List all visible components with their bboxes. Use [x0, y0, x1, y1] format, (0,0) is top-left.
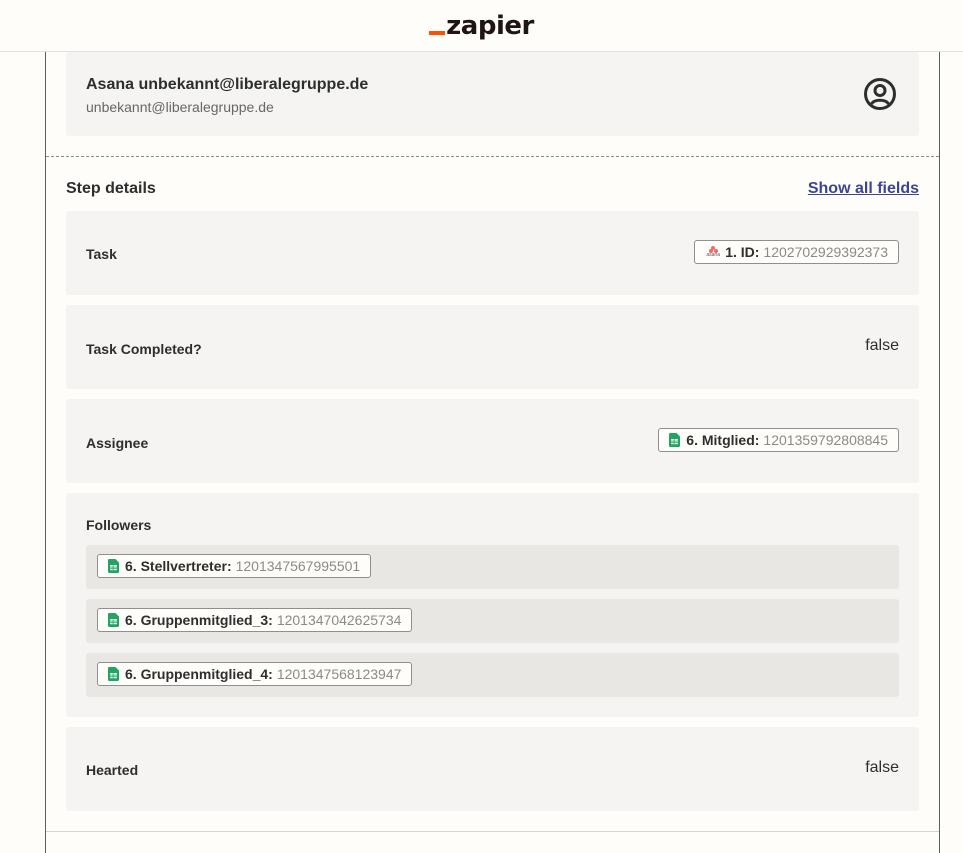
field-label-hearted: Hearted	[86, 762, 139, 778]
asana-icon-text: asana	[706, 252, 720, 258]
pill-value: 1201347567995501	[235, 558, 361, 574]
pill-value: 1202702929392373	[763, 244, 888, 260]
asana-icon: asana	[705, 244, 721, 260]
step-details-title: Step details	[66, 180, 156, 197]
field-hearted: Hearted false	[66, 727, 919, 811]
show-all-fields-link[interactable]: Show all fields	[808, 180, 919, 198]
pill-key: 6. Gruppenmitglied_4:	[125, 666, 273, 682]
task-id-pill[interactable]: asana 1. ID: 1202702929392373	[694, 240, 899, 264]
pill-value: 1201347568123947	[276, 666, 402, 682]
section-divider	[46, 156, 939, 157]
google-sheets-icon	[108, 559, 119, 573]
field-value-hearted: false	[865, 759, 899, 776]
pill-value: 1201359792808845	[763, 432, 888, 448]
follower-item: 6. Gruppenmitglied_4: 1201347568123947	[86, 653, 899, 697]
follower-pill[interactable]: 6. Stellvertreter: 1201347567995501	[97, 554, 372, 578]
pill-key: 6. Gruppenmitglied_3:	[125, 612, 273, 628]
assignee-pill[interactable]: 6. Mitglied: 1201359792808845	[658, 428, 899, 452]
account-name: Asana unbekannt@liberalegruppe.de	[86, 76, 369, 93]
field-label-task-completed: Task Completed?	[86, 341, 202, 357]
field-task: Task asana 1. ID: 1202702929392373	[66, 211, 919, 295]
user-avatar-icon	[864, 78, 896, 110]
pill-value: 1201347042625734	[276, 612, 402, 628]
google-sheets-icon	[108, 667, 119, 681]
pill-key: 1. ID:	[725, 244, 760, 260]
logo-text: zapier	[446, 10, 534, 41]
follower-item: 6. Stellvertreter: 1201347567995501	[86, 545, 899, 589]
pill-key: 6. Stellvertreter:	[125, 558, 232, 574]
bottom-divider	[46, 831, 939, 832]
google-sheets-icon	[669, 433, 681, 447]
field-label-assignee: Assignee	[86, 435, 149, 451]
top-bar: zapier	[0, 0, 963, 52]
field-task-completed: Task Completed? false	[66, 305, 919, 389]
field-assignee: Assignee 6. Mitglied: 1201359792808845	[66, 399, 919, 483]
follower-item: 6. Gruppenmitglied_3: 1201347042625734	[86, 599, 899, 643]
account-email: unbekannt@liberalegruppe.de	[86, 99, 274, 115]
step-card: Asana unbekannt@liberalegruppe.de unbeka…	[45, 52, 940, 853]
field-followers: Followers 6. Stellvertreter: 12013475679…	[66, 493, 919, 717]
zapier-logo[interactable]: zapier	[429, 11, 534, 41]
field-label-task: Task	[86, 246, 117, 262]
follower-pill[interactable]: 6. Gruppenmitglied_4: 1201347568123947	[97, 662, 413, 686]
field-label-followers: Followers	[86, 517, 152, 533]
pill-key: 6. Mitglied:	[686, 432, 760, 448]
google-sheets-icon	[108, 613, 119, 627]
account-box: Asana unbekannt@liberalegruppe.de unbeka…	[66, 52, 919, 136]
field-value-task-completed: false	[865, 337, 899, 354]
follower-pill[interactable]: 6. Gruppenmitglied_3: 1201347042625734	[97, 608, 413, 632]
logo-underscore	[429, 30, 446, 35]
